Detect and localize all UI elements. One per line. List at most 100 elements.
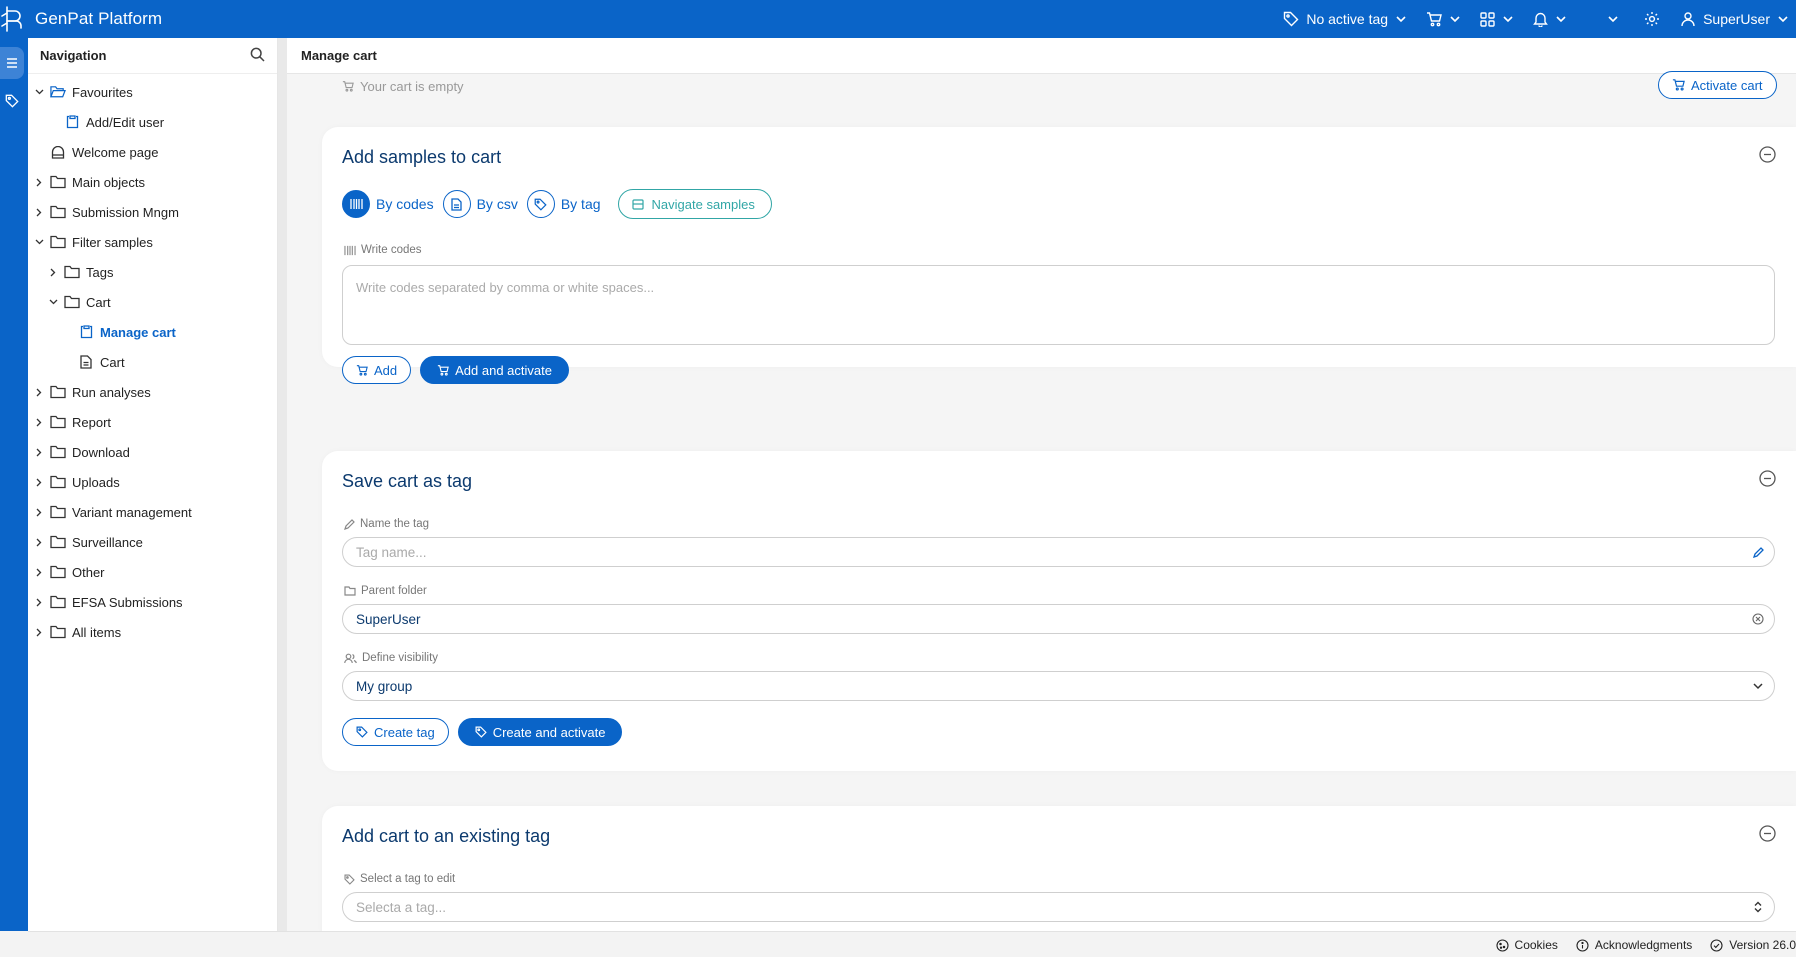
notifications-menu[interactable] <box>1523 0 1576 38</box>
more-menu[interactable] <box>1576 0 1628 38</box>
barcode-icon <box>344 245 356 255</box>
chevron-down-icon[interactable] <box>32 85 46 99</box>
chevron-down-icon <box>1751 679 1765 693</box>
add-button[interactable]: Add <box>342 356 412 384</box>
active-tag-menu[interactable]: No active tag <box>1273 0 1416 38</box>
name-tag-label-text: Name the tag <box>360 518 430 530</box>
panel-splitter[interactable] <box>278 38 287 931</box>
collapse-icon[interactable] <box>1758 145 1776 163</box>
parent-folder-input[interactable]: SuperUser <box>342 604 1775 634</box>
sidebar-item-label: Cart <box>100 354 125 370</box>
activate-cart-button[interactable]: Activate cart <box>1658 71 1777 99</box>
sidebar-item-label: Download <box>72 444 130 460</box>
add-and-activate-button[interactable]: Add and activate <box>420 356 569 384</box>
chevron-right-icon[interactable] <box>32 535 46 549</box>
folder-icon <box>50 534 66 550</box>
chevron-right-icon[interactable] <box>32 475 46 489</box>
add-samples-title: Add samples to cart <box>342 147 502 167</box>
chevron-down-icon[interactable] <box>46 295 60 309</box>
caret-spacer <box>60 355 74 369</box>
navigate-samples-button[interactable]: Navigate samples <box>617 189 772 219</box>
create-and-activate-label: Create and activate <box>492 724 606 740</box>
cookie-icon <box>1495 938 1509 952</box>
tab-by-csv[interactable]: By csv <box>442 190 518 218</box>
chevron-right-icon[interactable] <box>32 175 46 189</box>
sidebar-item-other[interactable]: Other <box>28 557 277 587</box>
sidebar-item-uploads[interactable]: Uploads <box>28 467 277 497</box>
save-tag-card: Save cart as tag Name the tag Tag name..… <box>322 451 1796 771</box>
cart-icon <box>356 364 368 376</box>
sidebar-item-run-analyses[interactable]: Run analyses <box>28 377 277 407</box>
sidebar-item-all-items[interactable]: All items <box>28 617 277 647</box>
bell-icon <box>1533 12 1548 27</box>
side-rail <box>0 38 28 931</box>
acknowledgments-link[interactable]: Acknowledgments <box>1576 938 1692 952</box>
write-codes-label: Write codes <box>344 244 422 256</box>
top-bar: GenPat Platform No active tag SuperUser <box>0 0 1796 38</box>
activate-cart-label: Activate cart <box>1691 77 1763 93</box>
chevron-right-icon[interactable] <box>32 595 46 609</box>
sidebar-item-surveillance[interactable]: Surveillance <box>28 527 277 557</box>
chevron-right-icon[interactable] <box>32 385 46 399</box>
sidebar-item-label: Tags <box>86 264 114 280</box>
tab-by-tag[interactable]: By tag <box>526 190 601 218</box>
chevron-right-icon[interactable] <box>32 565 46 579</box>
search-icon[interactable] <box>250 47 265 65</box>
chevron-down-icon <box>1778 15 1788 22</box>
codes-textarea[interactable]: Write codes separated by comma or white … <box>342 265 1775 345</box>
sidebar-item-welcome-page[interactable]: Welcome page <box>28 137 277 167</box>
navigation-panel: Navigation Favourites Add/Edit user Welcom… <box>28 38 278 931</box>
create-tag-button[interactable]: Create tag <box>342 718 449 746</box>
sidebar-item-manage-cart[interactable]: Manage cart <box>28 317 277 347</box>
tab-by-codes[interactable]: By codes <box>342 190 434 218</box>
pencil-icon[interactable] <box>1751 545 1765 559</box>
cart-icon <box>1672 79 1685 91</box>
sidebar-item-cart[interactable]: Cart <box>28 347 277 377</box>
create-and-activate-button[interactable]: Create and activate <box>457 718 623 746</box>
navigation-toggle-button[interactable] <box>0 47 24 79</box>
folder-icon <box>50 204 66 220</box>
sidebar-item-download[interactable]: Download <box>28 437 277 467</box>
grid-icon <box>1480 11 1495 27</box>
chevron-down-icon[interactable] <box>32 235 46 249</box>
version-info: Version 26.0 <box>1710 938 1796 952</box>
chevron-right-icon[interactable] <box>32 205 46 219</box>
user-label: SuperUser <box>1703 11 1770 27</box>
tags-panel-button[interactable] <box>0 89 24 113</box>
brand[interactable]: GenPat Platform <box>0 0 162 38</box>
collapse-icon[interactable] <box>1758 824 1776 842</box>
caret-spacer <box>46 115 60 129</box>
existing-tag-select[interactable]: Selecta a tag... <box>342 892 1775 922</box>
chevron-right-icon[interactable] <box>32 625 46 639</box>
tab-by-tag-label: By tag <box>560 196 601 212</box>
sidebar-item-filter-samples[interactable]: Filter samples <box>28 227 277 257</box>
cart-menu[interactable] <box>1416 0 1470 38</box>
folder-icon <box>344 586 356 596</box>
chevron-right-icon[interactable] <box>32 505 46 519</box>
apps-menu[interactable] <box>1470 0 1523 38</box>
caret-spacer <box>60 325 74 339</box>
tag-icon <box>475 726 487 738</box>
sidebar-item-efsa-submissions[interactable]: EFSA Submissions <box>28 587 277 617</box>
sidebar-item-report[interactable]: Report <box>28 407 277 437</box>
user-menu[interactable]: SuperUser <box>1670 0 1796 38</box>
sidebar-item-variant-management[interactable]: Variant management <box>28 497 277 527</box>
chevron-right-icon[interactable] <box>46 265 60 279</box>
cookies-link[interactable]: Cookies <box>1495 938 1558 952</box>
sidebar-item-tags[interactable]: Tags <box>28 257 277 287</box>
collapse-icon[interactable] <box>1758 469 1776 487</box>
clear-icon[interactable] <box>1751 612 1765 626</box>
form-page-icon <box>64 114 80 130</box>
tag-name-input[interactable]: Tag name... <box>342 537 1775 567</box>
visibility-select[interactable]: My group <box>342 671 1775 701</box>
info-icon <box>1576 938 1589 952</box>
sidebar-item-add-edit-user[interactable]: Add/Edit user <box>28 107 277 137</box>
sidebar-item-main-objects[interactable]: Main objects <box>28 167 277 197</box>
chevron-right-icon[interactable] <box>32 415 46 429</box>
sidebar-item-submission-mngm[interactable]: Submission Mngm <box>28 197 277 227</box>
settings-button[interactable] <box>1628 0 1670 38</box>
sidebar-item-favourites[interactable]: Favourites <box>28 77 277 107</box>
chevron-right-icon[interactable] <box>32 445 46 459</box>
sidebar-item-cart[interactable]: Cart <box>28 287 277 317</box>
sidebar-item-label: Report <box>72 414 112 430</box>
